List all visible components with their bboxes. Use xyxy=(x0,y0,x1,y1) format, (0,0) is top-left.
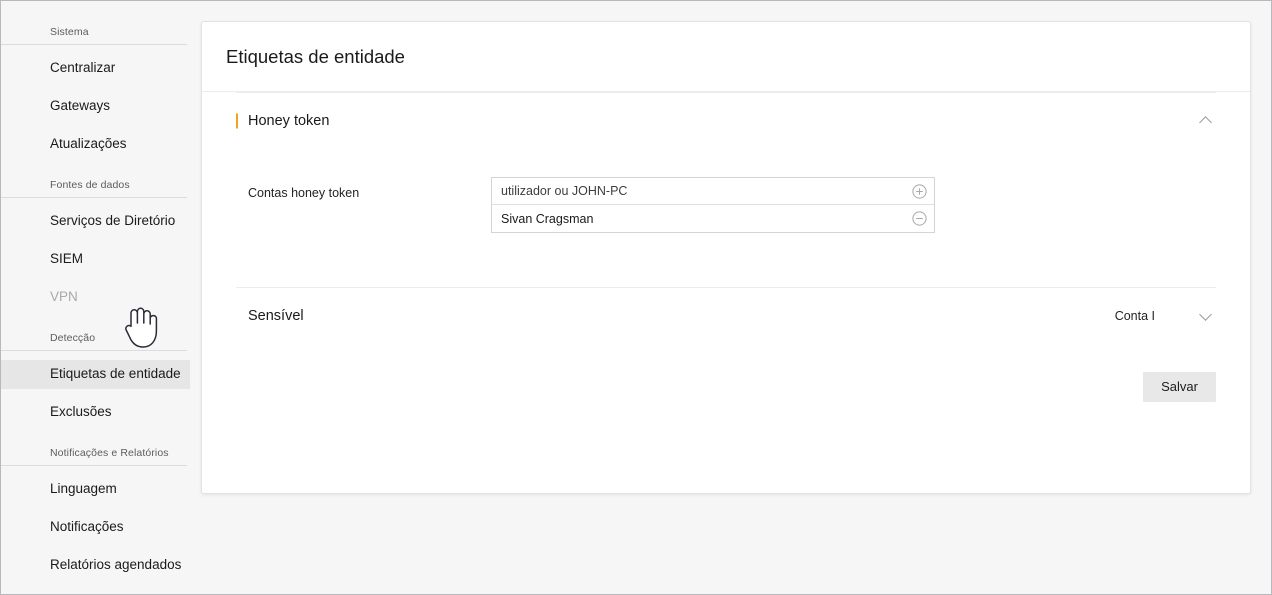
section-title-wrap: Sensível xyxy=(236,307,304,325)
sidebar-item-notificacoes[interactable]: Notificações xyxy=(1,513,201,542)
section-header-right xyxy=(1199,114,1216,128)
app-window: Sistema Centralizar Gateways Atualizaçõe… xyxy=(0,0,1272,595)
field-label-contas-honey-token: Contas honey token xyxy=(248,186,360,200)
section-title-sensivel: Sensível xyxy=(248,308,304,324)
nav-group-deteccao: Detecção Etiquetas de entidade Exclusões xyxy=(1,331,201,427)
nav-group-header: Notificações e Relatórios xyxy=(1,446,187,466)
settings-sidebar: Sistema Centralizar Gateways Atualizaçõe… xyxy=(1,1,201,594)
circle-minus-icon[interactable] xyxy=(906,206,932,232)
sidebar-item-linguagem[interactable]: Linguagem xyxy=(1,475,201,504)
page-title: Etiquetas de entidade xyxy=(226,45,405,67)
sidebar-item-siem[interactable]: SIEM xyxy=(1,245,201,274)
section-header-honey-token[interactable]: Honey token xyxy=(236,92,1216,149)
section-title-wrap: Honey token xyxy=(236,112,329,130)
sidebar-item-centralizar[interactable]: Centralizar xyxy=(1,54,201,83)
section-body-honey-token: Contas honey token Sivan Cragsman xyxy=(236,149,1216,287)
sidebar-item-etiquetas-de-entidade[interactable]: Etiquetas de entidade xyxy=(1,360,190,389)
sidebar-item-servidor-de-correio[interactable]: Servidor de correio xyxy=(1,589,201,594)
honey-token-accounts-list: Sivan Cragsman xyxy=(491,177,935,233)
settings-card: Etiquetas de entidade Honey token Contas… xyxy=(201,21,1251,494)
sidebar-item-exclusoes[interactable]: Exclusões xyxy=(1,398,201,427)
section-value-sensivel: Conta I xyxy=(1114,309,1155,323)
nav-group-sistema: Sistema Centralizar Gateways Atualizaçõe… xyxy=(1,25,201,159)
chevron-down-icon[interactable] xyxy=(1199,309,1213,323)
card-body: Honey token Contas honey token utilizado… xyxy=(202,92,1250,402)
nav-group-fontes-de-dados: Fontes de dados Serviços de Diretório SI… xyxy=(1,178,201,312)
sidebar-item-gateways[interactable]: Gateways xyxy=(1,92,201,121)
section-accent-bar xyxy=(236,113,238,129)
card-footer: Salvar xyxy=(236,344,1216,402)
nav-group-notificacoes-e-relatorios: Notificações e Relatórios Linguagem Noti… xyxy=(1,446,201,594)
section-header-right: Conta I xyxy=(1115,308,1216,324)
section-title-honey-token: Honey token xyxy=(248,113,330,129)
sidebar-item-servicos-de-diretorio[interactable]: Serviços de Diretório xyxy=(1,207,201,236)
sidebar-item-atualizacoes[interactable]: Atualizações xyxy=(1,130,201,159)
list-item: Sivan Cragsman xyxy=(492,205,934,232)
circle-plus-icon[interactable] xyxy=(906,178,932,204)
nav-group-header: Fontes de dados xyxy=(1,178,187,198)
chevron-up-icon[interactable] xyxy=(1199,114,1213,128)
honey-token-new-account-input[interactable] xyxy=(501,182,906,200)
save-button[interactable]: Salvar xyxy=(1143,372,1216,402)
sidebar-item-relatorios-agendados[interactable]: Relatórios agendados xyxy=(1,551,201,580)
section-header-sensivel[interactable]: Sensível Conta I xyxy=(236,287,1216,344)
nav-group-header: Sistema xyxy=(1,25,187,45)
list-item xyxy=(492,178,934,205)
honey-token-account-value[interactable]: Sivan Cragsman xyxy=(501,210,906,228)
nav-group-header: Detecção xyxy=(1,331,187,351)
card-header: Etiquetas de entidade xyxy=(202,22,1250,92)
sidebar-item-vpn[interactable]: VPN xyxy=(1,283,201,312)
